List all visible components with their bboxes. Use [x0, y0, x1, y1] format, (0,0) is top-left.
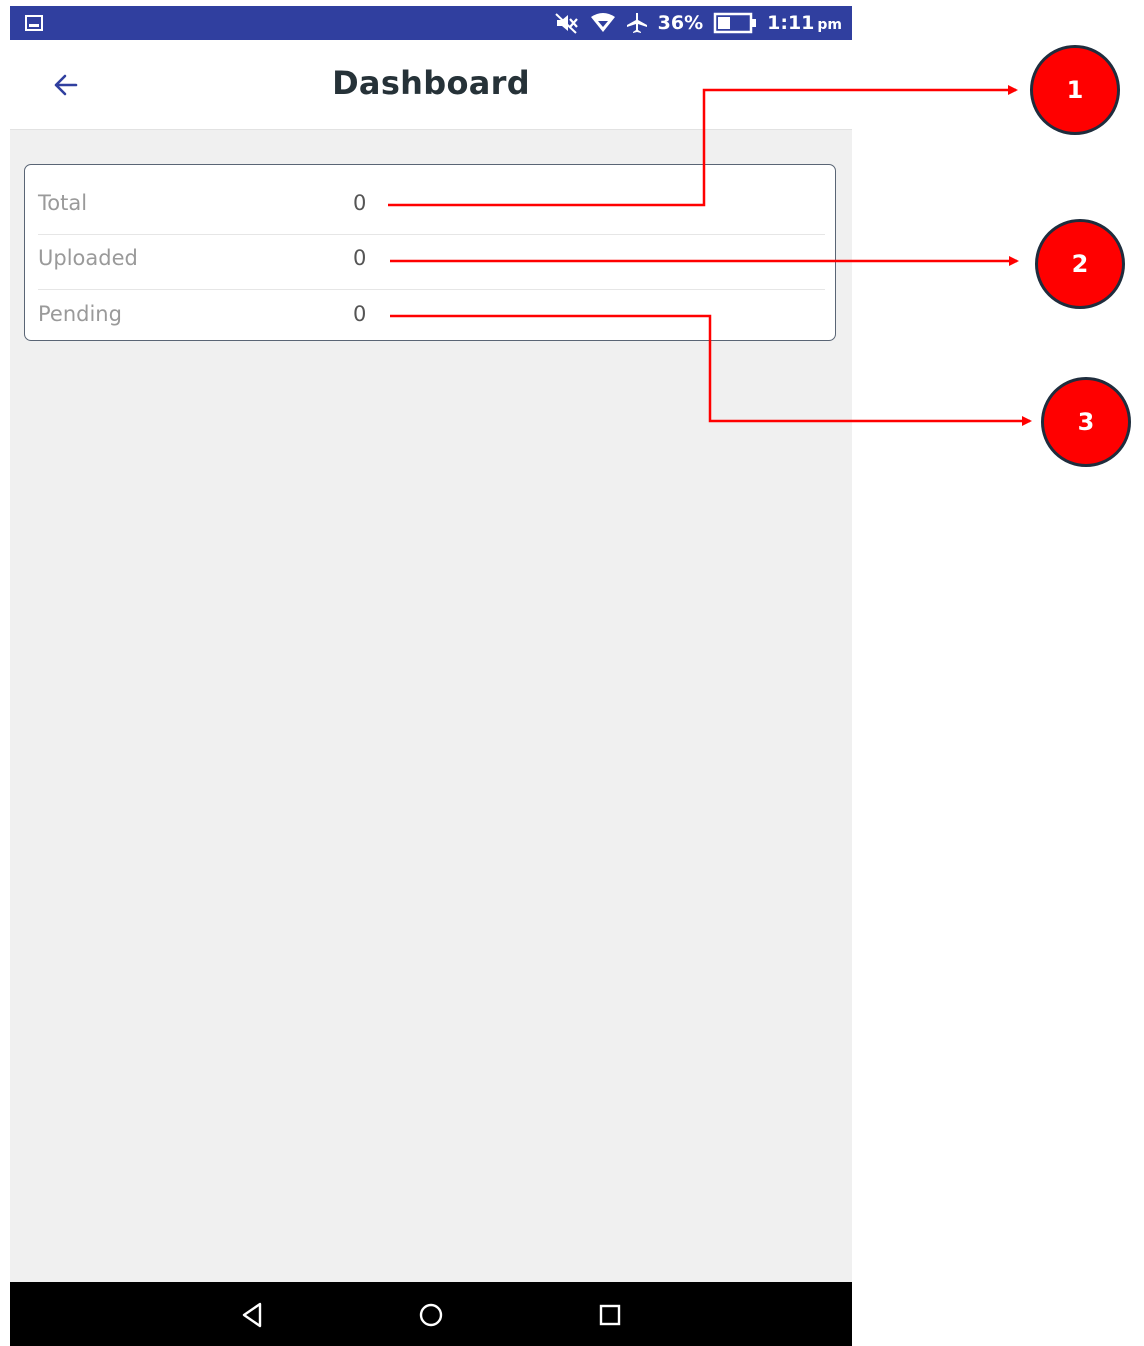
- stat-value-uploaded: 0: [353, 246, 367, 270]
- screenshot-canvas: 36% 1:11 pm Dashboard Total 0 Uploaded 0…: [0, 0, 1144, 1346]
- system-nav-bar: [10, 1282, 852, 1346]
- stat-row-total: Total 0: [38, 179, 825, 235]
- stat-value-pending: 0: [353, 302, 367, 326]
- phone-screen: 36% 1:11 pm Dashboard Total 0 Uploaded 0…: [10, 6, 852, 1346]
- page-title: Dashboard: [332, 64, 530, 102]
- status-time: 1:11: [767, 12, 815, 34]
- gallery-icon: [25, 15, 43, 31]
- status-indicators: 36% 1:11 pm: [554, 6, 842, 40]
- callout-badge-3: 3: [1041, 377, 1131, 467]
- nav-home-button[interactable]: [416, 1300, 446, 1330]
- mute-icon: [554, 13, 578, 34]
- battery-icon: [713, 12, 757, 34]
- callout-badge-1: 1: [1030, 45, 1120, 135]
- battery-percent: 36%: [657, 12, 704, 34]
- wifi-icon: [590, 13, 615, 32]
- stats-card: Total 0 Uploaded 0 Pending 0: [24, 164, 836, 341]
- stat-label-total: Total: [38, 191, 88, 215]
- nav-recent-icon: [599, 1304, 621, 1326]
- app-bar: Dashboard: [10, 40, 852, 130]
- status-clock: 1:11 pm: [767, 12, 842, 34]
- nav-back-icon: [242, 1302, 262, 1328]
- stat-label-pending: Pending: [38, 302, 122, 326]
- status-ampm: pm: [817, 17, 842, 33]
- stat-value-total: 0: [353, 191, 367, 215]
- nav-home-icon: [419, 1303, 443, 1327]
- nav-back-button[interactable]: [238, 1300, 268, 1330]
- status-bar: 36% 1:11 pm: [10, 6, 852, 40]
- nav-recent-button[interactable]: [595, 1300, 625, 1330]
- stat-row-uploaded: Uploaded 0: [38, 234, 825, 290]
- stat-label-uploaded: Uploaded: [38, 246, 138, 270]
- callout-badge-2: 2: [1035, 219, 1125, 309]
- stat-row-pending: Pending 0: [38, 290, 825, 332]
- airplane-icon: [626, 13, 647, 33]
